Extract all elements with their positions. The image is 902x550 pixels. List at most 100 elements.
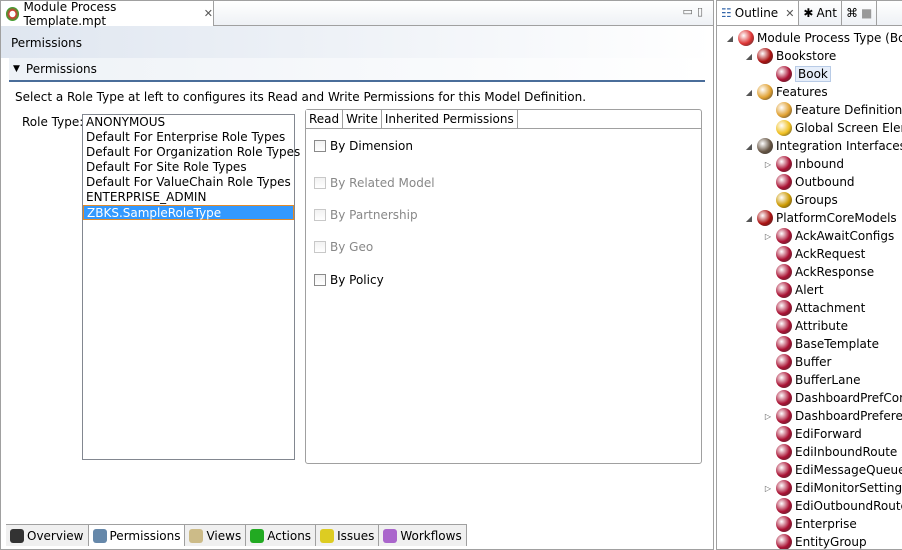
tree-item[interactable]: EntityGroup — [717, 533, 902, 549]
tab-permissions[interactable]: Permissions — [88, 525, 186, 546]
expanded-arrow-icon[interactable]: ◢ — [744, 214, 754, 223]
tree-item[interactable]: ◢ PlatformCoreModels — [717, 209, 902, 227]
close-icon[interactable]: ✕ — [785, 7, 794, 20]
tab-actions[interactable]: Actions — [246, 525, 317, 546]
collapsed-arrow-icon[interactable]: ▷ — [763, 412, 773, 421]
tree-node-icon — [776, 516, 792, 532]
tree-item[interactable]: Groups — [717, 191, 902, 209]
expanded-arrow-icon[interactable]: ◢ — [744, 142, 754, 151]
minimize-icon[interactable]: ▭ — [683, 5, 697, 18]
outline-icon: ☷ — [721, 6, 732, 20]
editor-tab[interactable]: Module Process Template.mpt ✕ — [1, 0, 214, 28]
tab-read[interactable]: Read — [306, 110, 344, 128]
tab-outline[interactable]: ☷ Outline ✕ — [717, 1, 800, 25]
tab-label: Views — [206, 528, 242, 543]
tab-views[interactable]: Views — [185, 525, 247, 546]
tree-item[interactable]: Buffer — [717, 353, 902, 371]
tree-node-icon — [776, 300, 792, 316]
tab-ant[interactable]: ✱ Ant — [799, 1, 842, 25]
tree-item[interactable]: Alert — [717, 281, 902, 299]
tree-item[interactable]: EdiOutboundRoute — [717, 497, 902, 515]
tree-item-label: Inbound — [795, 157, 844, 171]
checkbox-box[interactable] — [314, 274, 326, 286]
tree-item-label: AckAwaitConfigs — [795, 229, 895, 243]
tree-item-label: Alert — [795, 283, 824, 297]
tree-item[interactable]: ▷ EdiMonitorSettings — [717, 479, 902, 497]
role-list-item[interactable]: Default For Organization Role Types — [83, 145, 300, 160]
role-list-item[interactable]: Default For Site Role Types — [83, 160, 294, 175]
tree-item[interactable]: EdiForward — [717, 425, 902, 443]
checkbox-by-related-model: By Related Model — [314, 176, 435, 190]
tree-item[interactable]: ◢ Integration Interfaces — [717, 137, 902, 155]
tree-item-label: DashboardPrefCons — [795, 391, 902, 405]
tree-item[interactable]: ◢ Bookstore — [717, 47, 902, 65]
tree-item[interactable]: Outbound — [717, 173, 902, 191]
tree-item-label: DashboardPreferen — [795, 409, 902, 423]
role-list-item[interactable]: ZBKS.SampleRoleType — [83, 205, 294, 220]
collapsed-arrow-icon[interactable]: ▷ — [763, 232, 773, 241]
permissions-section-header[interactable]: ▼ Permissions — [9, 58, 705, 82]
maximize-icon[interactable]: ▯ — [697, 5, 707, 18]
expanded-arrow-icon[interactable]: ◢ — [744, 52, 754, 61]
tree-item[interactable]: Attachment — [717, 299, 902, 317]
expanded-arrow-icon[interactable]: ◢ — [725, 34, 735, 43]
tree-item[interactable]: ◢ Features — [717, 83, 902, 101]
tree-node-icon — [776, 192, 792, 208]
tab-inherited-permissions[interactable]: Inherited Permissions — [382, 110, 518, 128]
tree-item[interactable]: EdiInboundRoute — [717, 443, 902, 461]
checkbox-box — [314, 209, 326, 221]
tree-item[interactable]: BufferLane — [717, 371, 902, 389]
module-icon — [6, 6, 20, 21]
role-list-item[interactable]: ANONYMOUS — [83, 115, 294, 130]
person-icon — [92, 528, 107, 543]
tree-item[interactable]: BaseTemplate — [717, 335, 902, 353]
collapsed-arrow-icon[interactable]: ▷ — [763, 484, 773, 493]
tree-item[interactable]: Enterprise — [717, 515, 902, 533]
form-title: Permissions — [1, 26, 713, 58]
tree-node-icon — [776, 282, 792, 298]
tab-other-views[interactable]: ⌘ ■ — [842, 1, 878, 25]
tree-item[interactable]: Feature Definitions — [717, 101, 902, 119]
tree-item[interactable]: EdiMessageQueue — [717, 461, 902, 479]
expanded-arrow-icon[interactable]: ◢ — [744, 88, 754, 97]
tree-item[interactable]: Global Screen Elem — [717, 119, 902, 137]
tree-item[interactable]: DashboardPrefCons — [717, 389, 902, 407]
tree-item[interactable]: ▷ DashboardPreferen — [717, 407, 902, 425]
tab-overview[interactable]: Overview — [6, 525, 89, 546]
checkbox-label: By Geo — [330, 240, 374, 254]
role-type-label: Role Type: — [22, 115, 84, 129]
tree-node-icon — [776, 66, 792, 82]
checkbox-by-policy[interactable]: By Policy — [314, 273, 384, 287]
collapsed-arrow-icon[interactable]: ▷ — [763, 160, 773, 169]
tab-issues[interactable]: Issues — [316, 525, 380, 546]
tree-node-icon — [776, 228, 792, 244]
role-list-item[interactable]: ENTERPRISE_ADMIN — [83, 190, 294, 205]
tree-item-label: EntityGroup — [795, 535, 867, 549]
tree-item[interactable]: ▷ AckAwaitConfigs — [717, 227, 902, 245]
tree-node-icon — [757, 138, 773, 154]
collapse-triangle-icon[interactable]: ▼ — [13, 64, 20, 74]
outline-tree[interactable]: ◢ Module Process Type (Boo ◢ Bookstore Book ◢… — [717, 29, 902, 549]
tree-node-icon — [776, 408, 792, 424]
tree-item-label: Groups — [795, 193, 838, 207]
tree-node-icon — [776, 120, 792, 136]
tree-item-label: EdiOutboundRoute — [795, 499, 902, 513]
tree-item[interactable]: Book — [717, 65, 902, 83]
tree-item[interactable]: AckResponse — [717, 263, 902, 281]
tree-item[interactable]: Attribute — [717, 317, 902, 335]
role-type-list[interactable]: ANONYMOUS Default For Enterprise Role Typ… — [82, 114, 300, 460]
tree-item[interactable]: ◢ Module Process Type (Boo — [717, 29, 902, 47]
tab-workflows[interactable]: Workflows — [379, 525, 467, 546]
checkbox-by-dimension[interactable]: By Dimension — [314, 139, 413, 153]
tree-item[interactable]: ▷ Inbound — [717, 155, 902, 173]
checkbox-box[interactable] — [314, 140, 326, 152]
tab-write[interactable]: Write — [343, 110, 382, 128]
close-icon[interactable]: ✕ — [204, 7, 213, 20]
role-list-item[interactable]: Default For ValueChain Role Types — [83, 175, 294, 190]
tree-item-label: Book — [795, 66, 831, 82]
tree-node-icon — [776, 102, 792, 118]
binoculars-icon — [10, 528, 24, 543]
tree-item[interactable]: AckRequest — [717, 245, 902, 263]
tree-item-label: Enterprise — [795, 517, 857, 531]
role-list-item[interactable]: Default For Enterprise Role Types — [83, 130, 294, 145]
